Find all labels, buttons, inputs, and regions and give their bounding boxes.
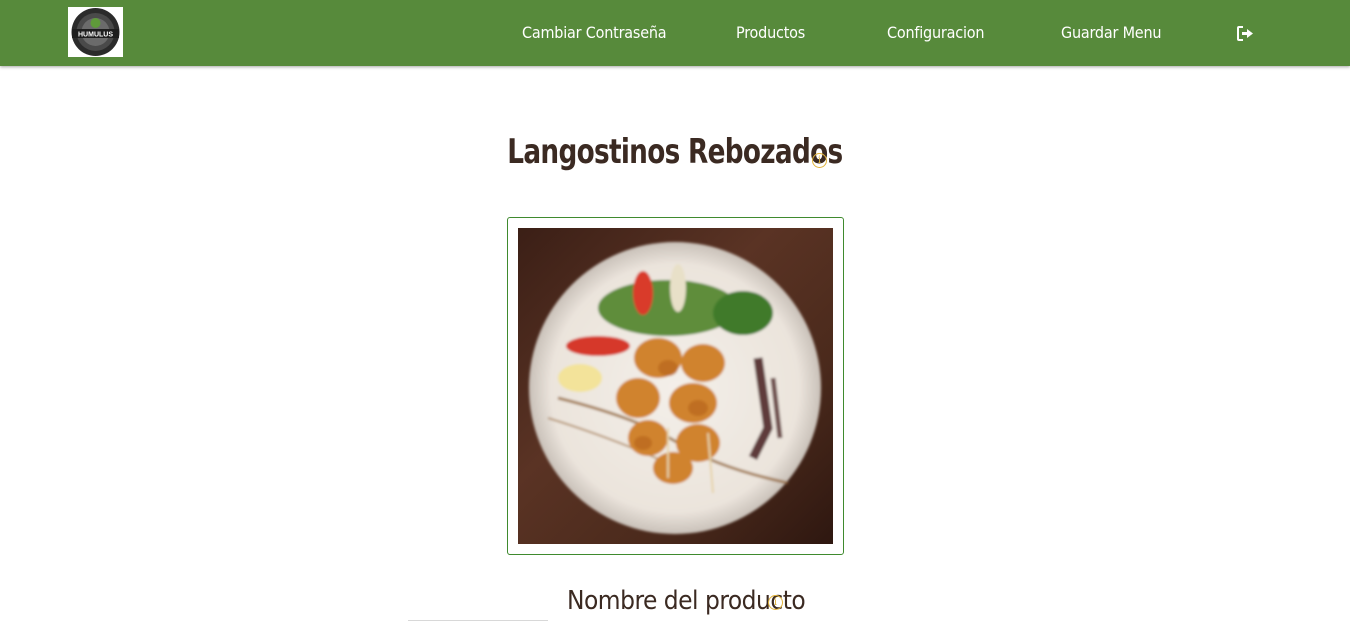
product-heading: Langostinos Rebozados xyxy=(0,132,1350,172)
info-icon[interactable]: i xyxy=(812,153,827,168)
product-image-frame[interactable] xyxy=(507,217,844,555)
product-title: Langostinos Rebozados xyxy=(507,132,843,172)
top-navbar: HUMULUS Cambiar Contraseña Productos Con… xyxy=(0,0,1350,66)
svg-text:HUMULUS: HUMULUS xyxy=(78,32,113,39)
nav-products[interactable]: Productos xyxy=(736,0,805,66)
nav-change-password[interactable]: Cambiar Contraseña xyxy=(522,0,667,66)
product-photo xyxy=(518,228,833,544)
nav-save-menu[interactable]: Guardar Menu xyxy=(1061,0,1162,66)
info-icon[interactable]: i xyxy=(768,595,783,610)
sign-out-icon[interactable] xyxy=(1237,0,1255,66)
nav-settings[interactable]: Configuracion xyxy=(887,0,984,66)
brand-logo[interactable]: HUMULUS xyxy=(68,7,123,57)
